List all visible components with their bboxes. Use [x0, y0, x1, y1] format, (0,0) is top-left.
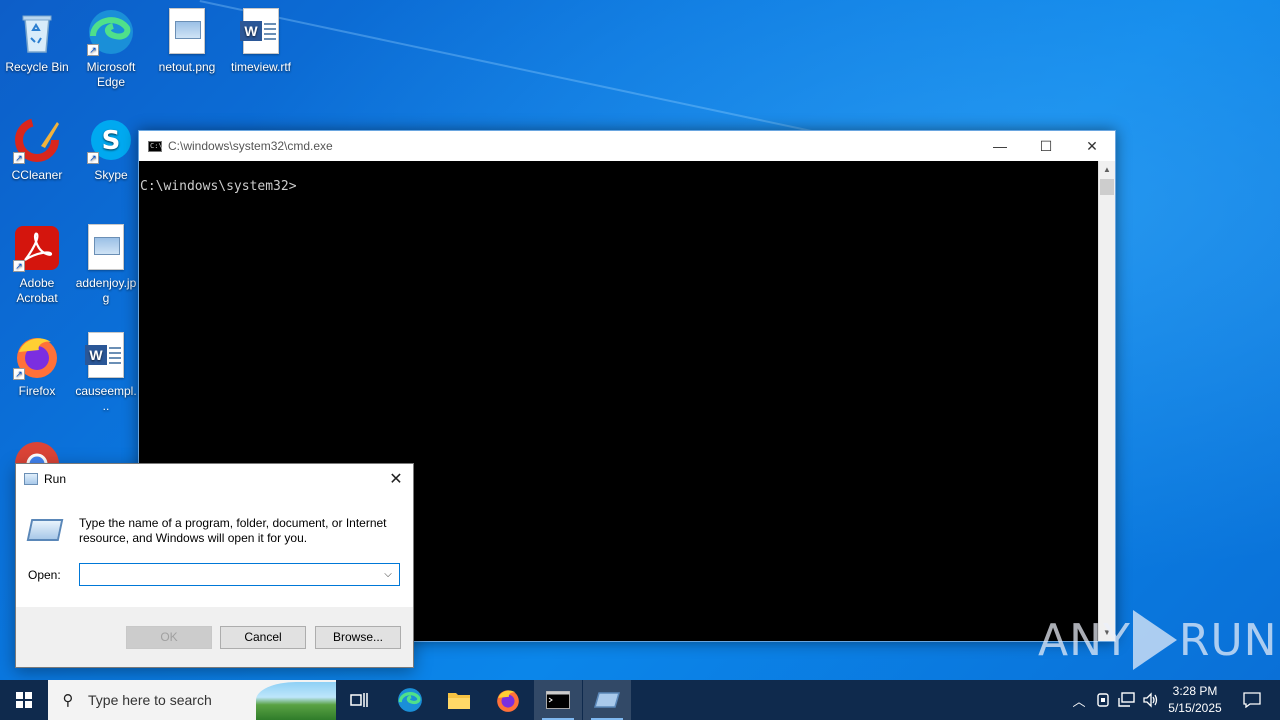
cmd-titlebar[interactable]: C:\ C:\windows\system32\cmd.exe — ☐ ✕ — [139, 131, 1115, 161]
cmd-app-icon: C:\ — [148, 140, 163, 152]
desktop-icon-firefox[interactable]: ↗ Firefox — [0, 332, 74, 399]
play-logo-icon — [1132, 610, 1177, 670]
desktop-icon-label: Adobe Acrobat — [16, 276, 58, 305]
run-titlebar[interactable]: Run ✕ — [16, 464, 413, 494]
ok-button[interactable]: OK — [126, 626, 212, 649]
desktop-icon-timeview[interactable]: W timeview.rtf — [224, 8, 298, 75]
shortcut-arrow-icon: ↗ — [87, 44, 99, 56]
chevron-up-icon: ︿ — [1072, 693, 1086, 709]
desktop-icon-label: Recycle Bin — [5, 60, 69, 74]
run-icon — [24, 473, 38, 485]
run-large-icon — [26, 519, 64, 541]
shortcut-arrow-icon: ↗ — [13, 152, 25, 164]
desktop-icon-recycle-bin[interactable]: Recycle Bin — [0, 8, 74, 75]
cmd-window-title: C:\windows\system32\cmd.exe — [168, 139, 333, 153]
edge-icon: ↗ — [87, 8, 135, 56]
watermark-left: ANY — [1038, 614, 1131, 666]
show-hidden-icons-button[interactable]: ︿ — [1068, 680, 1090, 720]
usb-device-icon — [1097, 693, 1109, 707]
cancel-button[interactable]: Cancel — [220, 626, 306, 649]
ccleaner-icon: ↗ — [13, 116, 61, 164]
desktop-icon-label: Skype — [94, 168, 128, 182]
task-view-button[interactable] — [336, 680, 384, 720]
desktop-icon-ccleaner[interactable]: ↗ CCleaner — [0, 116, 74, 183]
taskbar-run[interactable] — [583, 680, 631, 720]
open-input[interactable] — [80, 564, 370, 585]
scroll-thumb[interactable] — [1100, 179, 1114, 195]
desktop-icon-label: causeempl... — [75, 384, 137, 413]
word-document-icon: W — [237, 8, 285, 56]
shortcut-arrow-icon: ↗ — [13, 260, 25, 272]
desktop-icon-label: netout.png — [158, 60, 216, 74]
desktop-icon-label: Microsoft Edge — [86, 60, 136, 89]
desktop-icon-addenjoy[interactable]: addenjoy.jpg — [74, 224, 138, 306]
search-highlight-image — [256, 682, 336, 720]
tray-network[interactable] — [1115, 680, 1139, 720]
run-dialog-title: Run — [44, 472, 67, 486]
open-combobox[interactable]: ⌵ — [79, 563, 400, 586]
firefox-icon: ↗ — [13, 332, 61, 380]
action-center-button[interactable] — [1232, 680, 1272, 720]
run-description: Type the name of a program, folder, docu… — [79, 516, 387, 545]
open-label: Open: — [28, 568, 61, 582]
desktop-icon-label: CCleaner — [11, 168, 63, 182]
edge-icon — [398, 688, 422, 712]
taskbar: ⚲ Type here to search ︿ 3:28 PM 5/15/202… — [0, 680, 1280, 720]
desktop-icon-label: addenjoy.jpg — [75, 276, 137, 305]
folder-icon — [448, 693, 470, 709]
clock-date: 5/15/2025 — [1168, 701, 1222, 715]
search-placeholder: Type here to search — [88, 692, 212, 708]
run-icon — [594, 692, 620, 708]
start-button[interactable] — [0, 680, 48, 720]
desktop-icon-label: Firefox — [18, 384, 56, 398]
run-dialog[interactable]: Run ✕ Type the name of a program, folder… — [15, 463, 414, 668]
word-document-icon: W — [82, 332, 130, 380]
cmd-prompt: C:\windows\system32> — [140, 179, 297, 194]
anyrun-watermark: ANY RUN — [1038, 610, 1278, 670]
taskbar-firefox[interactable] — [484, 680, 532, 720]
taskbar-clock[interactable]: 3:28 PM 5/15/2025 — [1160, 683, 1230, 717]
chevron-down-icon[interactable]: ⌵ — [381, 567, 395, 582]
desktop-icon-microsoft-edge[interactable]: ↗ Microsoft Edge — [74, 8, 148, 90]
windows-logo-icon — [16, 692, 32, 708]
recycle-bin-icon — [13, 8, 61, 56]
watermark-right: RUN — [1178, 614, 1278, 666]
taskbar-cmd[interactable] — [534, 680, 582, 720]
cmd-scrollbar[interactable]: ▲ ▼ — [1098, 161, 1115, 641]
shortcut-arrow-icon: ↗ — [13, 368, 25, 380]
close-button[interactable]: ✕ — [1069, 131, 1115, 161]
firefox-icon — [497, 690, 519, 712]
taskbar-search-box[interactable]: ⚲ Type here to search — [48, 680, 336, 720]
maximize-button[interactable]: ☐ — [1023, 131, 1069, 161]
scroll-up-arrow-icon[interactable]: ▲ — [1099, 161, 1115, 178]
clock-time: 3:28 PM — [1172, 684, 1218, 698]
image-file-icon — [163, 8, 211, 56]
task-view-icon — [350, 693, 368, 707]
minimize-button[interactable]: — — [977, 131, 1023, 161]
taskbar-file-explorer[interactable] — [435, 680, 483, 720]
svg-text:S: S — [102, 126, 121, 156]
desktop-icon-netout[interactable]: netout.png — [150, 8, 224, 75]
run-button-bar: OK Cancel Browse... — [16, 607, 413, 667]
adobe-acrobat-icon: ↗ — [13, 224, 61, 272]
taskbar-edge[interactable] — [386, 680, 434, 720]
notification-icon — [1243, 692, 1261, 708]
skype-icon: S ↗ — [87, 116, 135, 164]
desktop-icon-adobe-acrobat[interactable]: ↗ Adobe Acrobat — [0, 224, 74, 306]
cmd-icon — [546, 691, 570, 709]
desktop-icon-causeempl[interactable]: W causeempl... — [74, 332, 138, 414]
tray-volume[interactable] — [1140, 680, 1162, 720]
close-button[interactable]: ✕ — [379, 464, 413, 494]
tray-device-icon[interactable] — [1092, 680, 1114, 720]
volume-icon — [1143, 692, 1158, 708]
desktop-icon-skype[interactable]: S ↗ Skype — [74, 116, 148, 183]
network-icon — [1118, 692, 1135, 707]
image-file-icon — [82, 224, 130, 272]
browse-button[interactable]: Browse... — [315, 626, 401, 649]
desktop-icon-label: timeview.rtf — [230, 60, 291, 74]
shortcut-arrow-icon: ↗ — [87, 152, 99, 164]
search-icon: ⚲ — [62, 692, 74, 709]
